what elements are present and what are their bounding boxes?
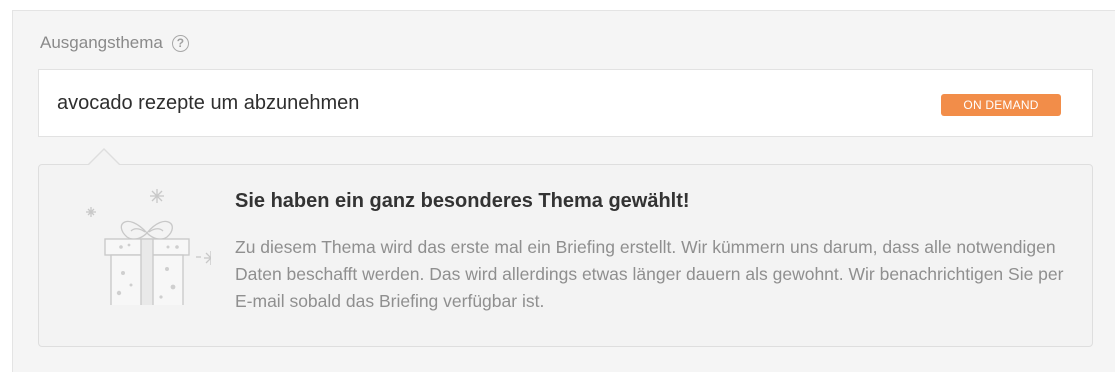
- info-caret-fill: [89, 150, 119, 165]
- topic-input[interactable]: avocado rezepte um abzunehmen ON DEMAND: [38, 69, 1093, 137]
- gift-box-icon: [86, 189, 211, 305]
- field-label-row: Ausgangsthema ?: [40, 33, 189, 53]
- topic-value: avocado rezepte um abzunehmen: [57, 92, 360, 114]
- field-label: Ausgangsthema: [40, 33, 163, 52]
- info-body: Zu diesem Thema wird das erste mal ein B…: [235, 237, 1064, 311]
- info-title: Sie haben ein ganz besonderes Thema gewä…: [235, 190, 690, 212]
- question-circle-icon[interactable]: ?: [171, 34, 189, 52]
- on-demand-badge: ON DEMAND: [941, 94, 1061, 116]
- info-box: Sie haben ein ganz besonderes Thema gewä…: [38, 164, 1093, 347]
